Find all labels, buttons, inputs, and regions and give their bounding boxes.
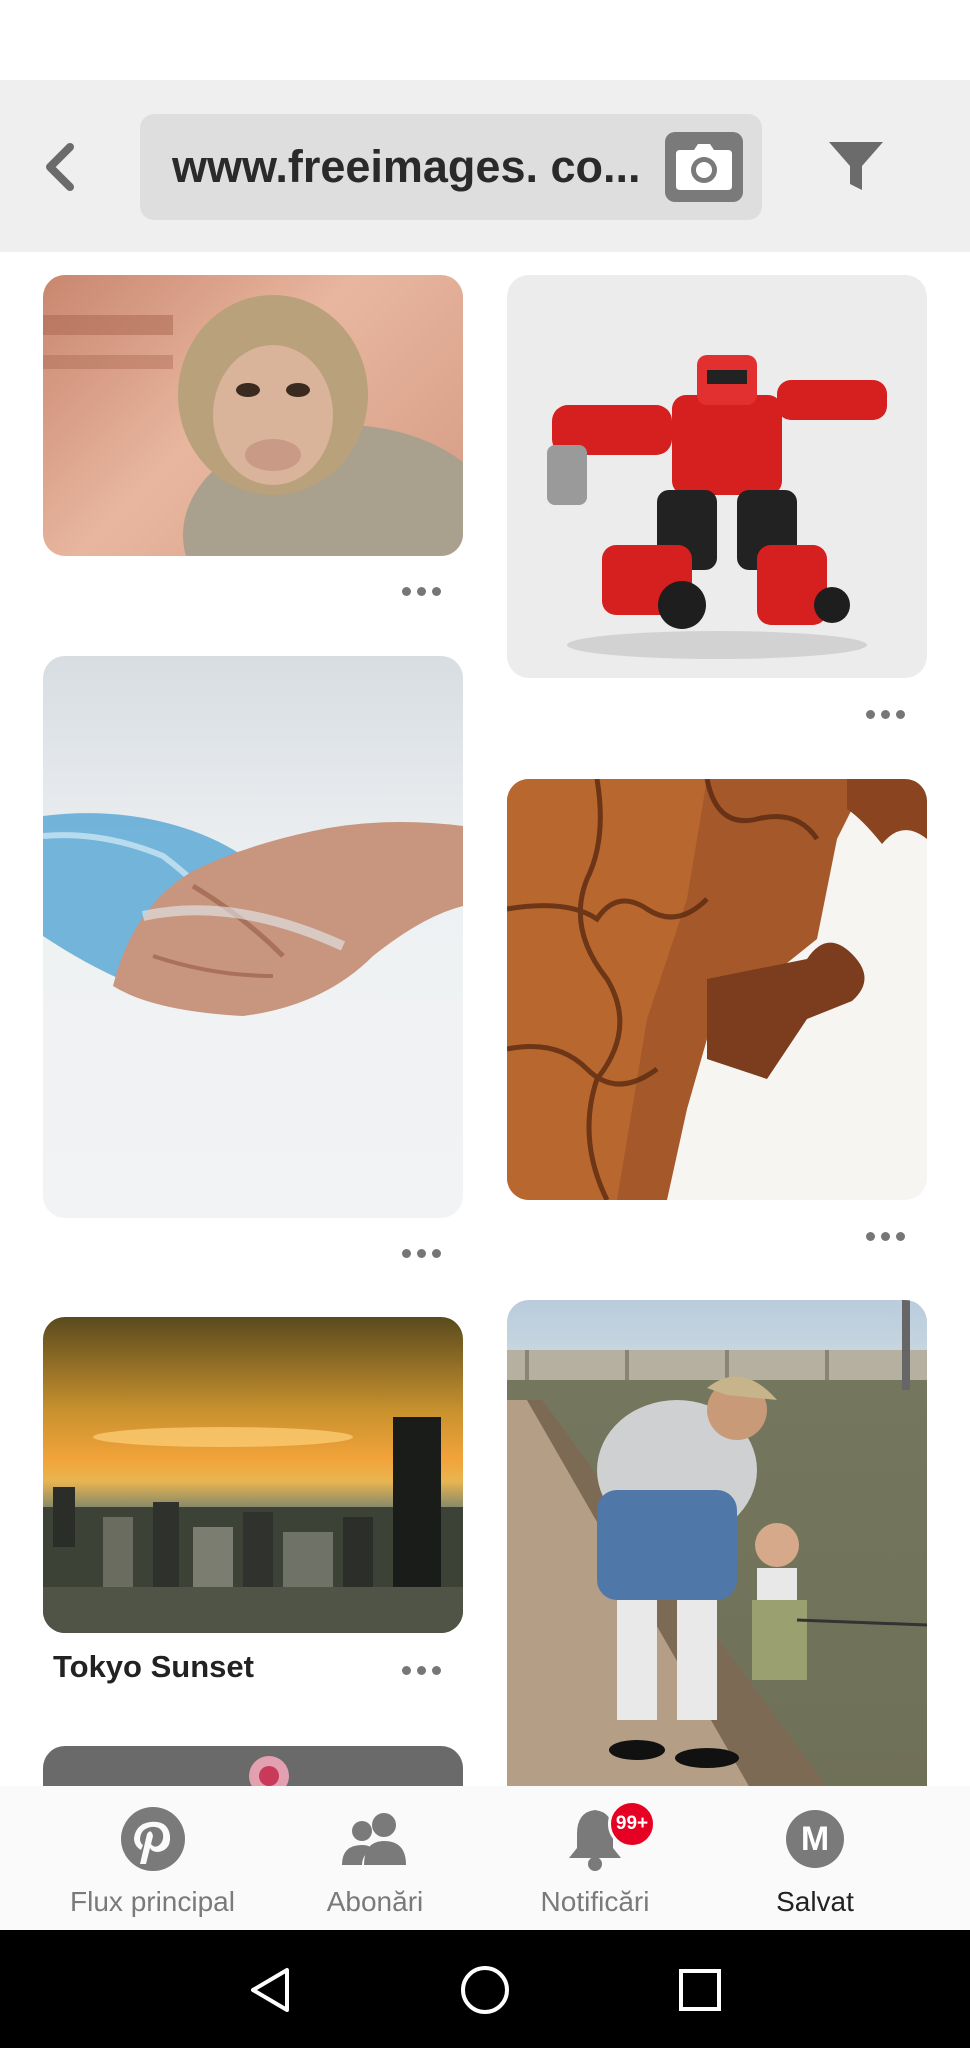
pin-more-button[interactable] <box>391 1655 451 1685</box>
pin-more-button[interactable] <box>391 1238 451 1268</box>
robot-image <box>547 355 887 659</box>
circle-home-icon <box>461 1966 509 2014</box>
pin-image-hand-water[interactable] <box>43 656 463 1218</box>
pin-more-button[interactable] <box>855 1221 915 1251</box>
nav-label: Notificări <box>540 1886 650 1917</box>
square-recents-icon <box>679 1969 721 2011</box>
nav-saved[interactable]: M Salvat <box>720 1786 910 1930</box>
pin-title: Tokyo Sunset <box>53 1649 254 1684</box>
nav-following[interactable]: Abonări <box>280 1786 470 1930</box>
nav-label: Abonări <box>326 1886 424 1917</box>
pin-image-fishing[interactable] <box>507 1300 927 1800</box>
pin-image-monkey[interactable] <box>43 275 463 556</box>
tokyo-sunset-image <box>43 1417 463 1633</box>
search-header: www.freeimages. co... <box>0 80 970 252</box>
pinterest-logo-icon <box>118 1804 188 1874</box>
profile-avatar-icon: M <box>780 1804 850 1874</box>
search-query-text: www.freeimages. co... <box>172 141 641 192</box>
people-icon <box>340 1804 410 1874</box>
system-navigation-bar <box>0 1930 970 2048</box>
filter-button[interactable] <box>820 132 892 202</box>
system-home-button[interactable] <box>445 1950 525 2030</box>
chevron-left-icon <box>46 143 74 191</box>
search-bar[interactable]: www.freeimages. co... <box>140 114 762 220</box>
nav-label: Flux principal <box>70 1886 235 1917</box>
system-recents-button[interactable] <box>660 1950 740 2030</box>
puzzle-image <box>507 779 927 1200</box>
status-bar <box>0 0 970 80</box>
nav-notifications[interactable]: Notificări <box>500 1786 690 1930</box>
pin-image-puzzle[interactable] <box>507 779 927 1200</box>
camera-icon <box>676 144 732 190</box>
pin-image-robot[interactable] <box>507 275 927 678</box>
nav-label: Salvat <box>776 1886 854 1917</box>
nav-home-feed[interactable]: Flux principal <box>40 1786 265 1930</box>
filter-icon <box>829 142 883 190</box>
camera-search-button[interactable] <box>665 132 743 202</box>
hand-water-image <box>43 813 463 1016</box>
back-button[interactable] <box>30 132 90 202</box>
notification-badge: 99+ <box>608 1800 656 1848</box>
bottom-navigation: Flux principal Abonări Notificări 99+ M … <box>0 1786 970 1930</box>
pin-more-button[interactable] <box>855 699 915 729</box>
fishing-image <box>507 1300 927 1800</box>
pin-image-tokyo-sunset[interactable] <box>43 1317 463 1633</box>
monkey-image <box>43 295 463 556</box>
triangle-back-icon <box>251 1968 289 2012</box>
system-back-button[interactable] <box>230 1950 310 2030</box>
pin-more-button[interactable] <box>391 576 451 606</box>
avatar-letter: M <box>800 1819 830 1858</box>
